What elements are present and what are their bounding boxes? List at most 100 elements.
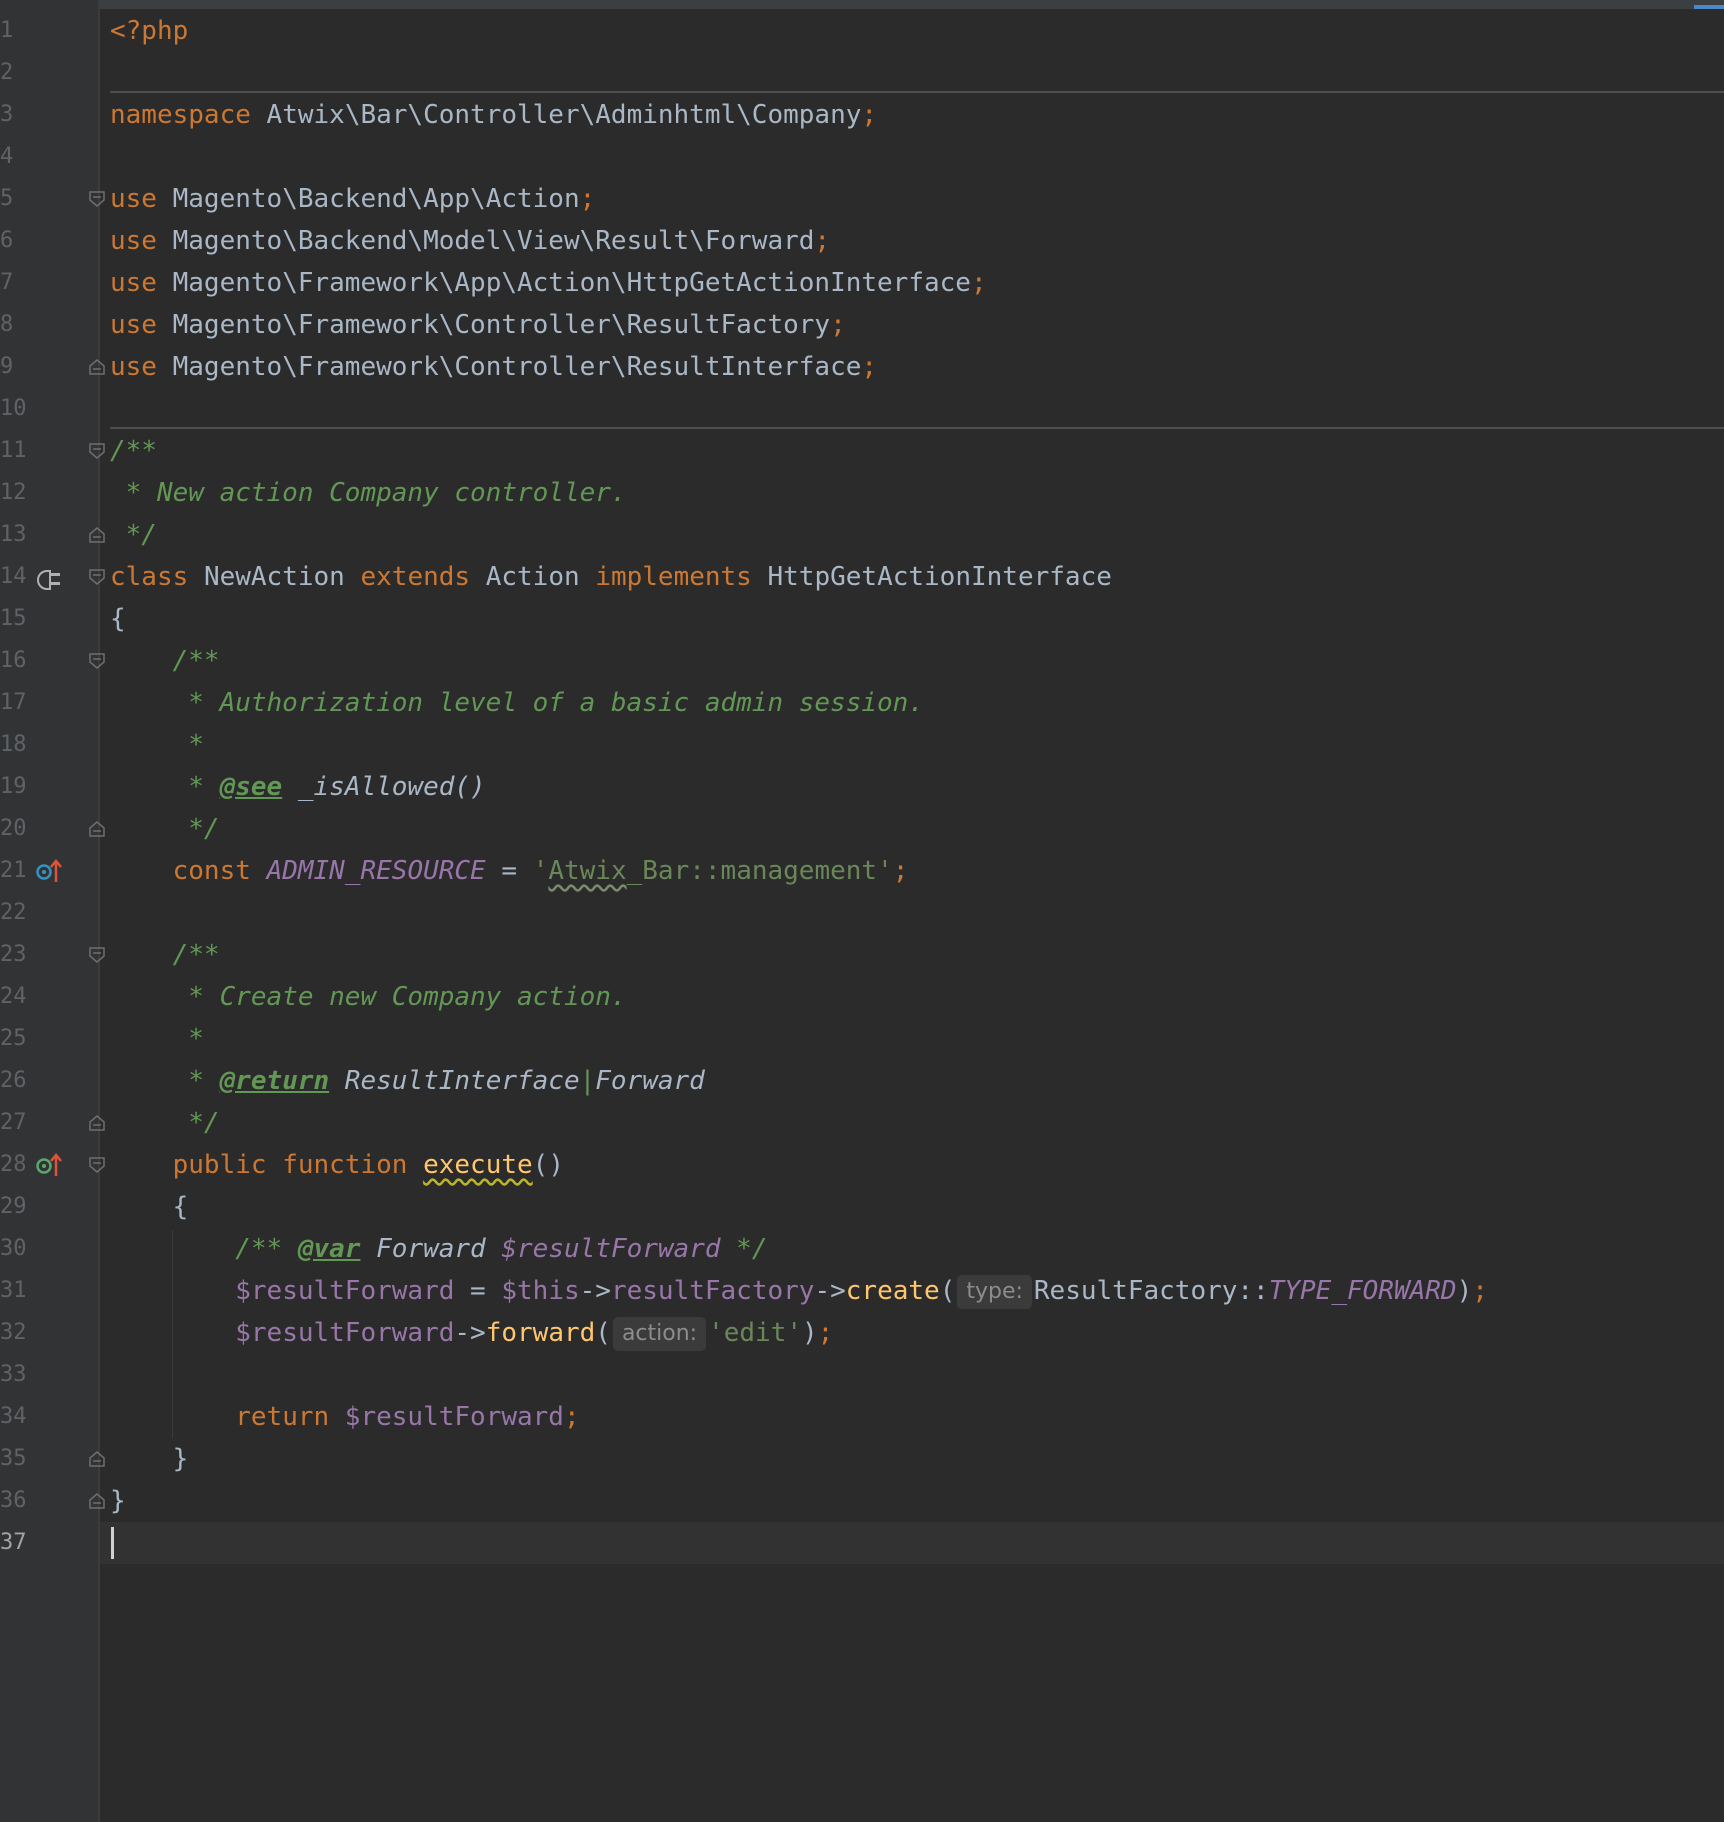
text-caret xyxy=(111,1527,114,1559)
code-line[interactable]: $resultForward = $this->resultFactory->c… xyxy=(100,1270,1724,1312)
code-area[interactable]: <?php namespace Atwix\Bar\Controller\Adm… xyxy=(100,0,1724,1822)
line-number[interactable]: 5 xyxy=(0,178,40,220)
implements-keyword: implements xyxy=(595,562,752,592)
code-line[interactable]: use Magento\Backend\App\Action; xyxy=(100,178,1724,220)
code-line[interactable]: * @see _isAllowed() xyxy=(100,766,1724,808)
line-number[interactable]: 23 xyxy=(0,934,40,976)
code-line[interactable]: * New action Company controller. xyxy=(100,472,1724,514)
variable: $resultForward xyxy=(329,1402,564,1432)
line-number[interactable]: 7 xyxy=(0,262,40,304)
line-number[interactable]: 35 xyxy=(0,1438,40,1480)
doc-tag-return[interactable]: @return xyxy=(220,1066,330,1096)
class-keyword: class xyxy=(110,562,189,592)
overrides-constant-icon[interactable] xyxy=(34,856,64,886)
doc-comment: * New action Company controller. xyxy=(110,478,627,508)
arrow-operator: -> xyxy=(814,1276,846,1306)
code-line[interactable]: /** xyxy=(100,640,1724,682)
parameter-hint: action: xyxy=(612,1317,707,1351)
line-number[interactable]: 1 xyxy=(0,10,40,52)
line-number[interactable]: 30 xyxy=(0,1228,40,1270)
operator: = xyxy=(454,1276,502,1306)
doc-comment: /** xyxy=(110,940,220,970)
line-number[interactable]: 8 xyxy=(0,304,40,346)
code-line[interactable]: $resultForward->forward(action:'edit'); xyxy=(100,1312,1724,1354)
line-number[interactable]: 34 xyxy=(0,1396,40,1438)
method-name[interactable]: execute xyxy=(423,1150,533,1180)
line-number[interactable]: 22 xyxy=(0,892,40,934)
code-line[interactable]: */ xyxy=(100,1102,1724,1144)
code-line[interactable]: * Create new Company action. xyxy=(100,976,1724,1018)
line-number[interactable]: 19 xyxy=(0,766,40,808)
doc-tag-var[interactable]: @var xyxy=(298,1234,361,1264)
code-line[interactable]: /** xyxy=(100,934,1724,976)
line-number[interactable]: 2 xyxy=(0,52,40,94)
line-number[interactable]: 18 xyxy=(0,724,40,766)
code-line[interactable]: class NewAction extends Action implement… xyxy=(100,556,1724,598)
code-line[interactable]: */ xyxy=(100,808,1724,850)
line-number[interactable]: 9 xyxy=(0,346,40,388)
code-line[interactable]: } xyxy=(100,1480,1724,1522)
line-number[interactable]: 36 xyxy=(0,1480,40,1522)
code-line[interactable]: * Authorization level of a basic admin s… xyxy=(100,682,1724,724)
line-number[interactable]: 32 xyxy=(0,1312,40,1354)
code-line[interactable]: /** xyxy=(100,430,1724,472)
type-separator: | xyxy=(579,1066,596,1096)
code-line[interactable]: } xyxy=(100,1438,1724,1480)
string-literal: ' xyxy=(532,856,549,886)
doc-tag-see[interactable]: @see xyxy=(220,772,283,802)
line-number[interactable]: 10 xyxy=(0,388,40,430)
line-number[interactable]: 11 xyxy=(0,430,40,472)
line-number[interactable]: 26 xyxy=(0,1060,40,1102)
line-number[interactable]: 13 xyxy=(0,514,40,556)
line-number[interactable]: 33 xyxy=(0,1354,40,1396)
line-number[interactable]: 12 xyxy=(0,472,40,514)
code-line[interactable]: { xyxy=(100,598,1724,640)
code-line[interactable]: const ADMIN_RESOURCE = 'Atwix_Bar::manag… xyxy=(100,850,1724,892)
line-number[interactable]: 24 xyxy=(0,976,40,1018)
line-number[interactable]: 20 xyxy=(0,808,40,850)
semicolon: ; xyxy=(892,856,909,886)
line-number[interactable]: 6 xyxy=(0,220,40,262)
code-line[interactable]: * @return ResultInterface|Forward xyxy=(100,1060,1724,1102)
semicolon: ; xyxy=(830,310,846,340)
line-number[interactable]: 37 xyxy=(0,1522,40,1564)
line-number[interactable]: 16 xyxy=(0,640,40,682)
code-line[interactable]: /** @var Forward $resultForward */ xyxy=(100,1228,1724,1270)
code-editor[interactable]: 1 2 3 4 5 6 7 8 9 10 11 12 13 14 15 16 17 18 19 20 21 22 23 24 2… xyxy=(0,0,1724,1822)
line-number[interactable]: 15 xyxy=(0,598,40,640)
paren-close: ) xyxy=(1456,1276,1473,1306)
code-line[interactable]: use Magento\Framework\Controller\ResultI… xyxy=(100,346,1724,388)
use-keyword: use xyxy=(110,352,157,382)
code-line[interactable]: { xyxy=(100,1186,1724,1228)
implemented-interface-icon[interactable] xyxy=(34,562,64,592)
code-line[interactable]: * xyxy=(100,724,1724,766)
implements-method-icon[interactable] xyxy=(34,1150,64,1180)
line-number[interactable]: 31 xyxy=(0,1270,40,1312)
doc-comment: /** xyxy=(110,436,157,466)
code-line[interactable]: use Magento\Framework\Controller\ResultF… xyxy=(100,304,1724,346)
code-line[interactable]: return $resultForward; xyxy=(100,1396,1724,1438)
line-number[interactable]: 29 xyxy=(0,1186,40,1228)
line-number[interactable]: 17 xyxy=(0,682,40,724)
return-type: Forward xyxy=(595,1066,705,1096)
line-number-gutter[interactable]: 1 2 3 4 5 6 7 8 9 10 11 12 13 14 15 16 17 18 19 20 21 22 23 24 2… xyxy=(0,0,105,1822)
code-line[interactable]: <?php xyxy=(100,10,1724,52)
line-number[interactable]: 27 xyxy=(0,1102,40,1144)
string-literal: 'edit' xyxy=(708,1318,802,1348)
brace: { xyxy=(110,604,126,634)
function-keyword: function xyxy=(282,1150,408,1180)
doc-comment: /** xyxy=(235,1234,298,1264)
line-number[interactable]: 3 xyxy=(0,94,40,136)
return-keyword: return xyxy=(235,1402,330,1432)
doc-comment: * Authorization level of a basic admin s… xyxy=(110,688,924,718)
code-line[interactable]: * xyxy=(100,1018,1724,1060)
line-number[interactable]: 4 xyxy=(0,136,40,178)
code-line[interactable]: */ xyxy=(100,514,1724,556)
code-line[interactable]: use Magento\Framework\App\Action\HttpGet… xyxy=(100,262,1724,304)
use-keyword: use xyxy=(110,184,157,214)
code-line[interactable]: namespace Atwix\Bar\Controller\Adminhtml… xyxy=(100,94,1724,136)
code-line[interactable]: public function execute() xyxy=(100,1144,1724,1186)
line-number[interactable]: 25 xyxy=(0,1018,40,1060)
code-line[interactable]: use Magento\Backend\Model\View\Result\Fo… xyxy=(100,220,1724,262)
